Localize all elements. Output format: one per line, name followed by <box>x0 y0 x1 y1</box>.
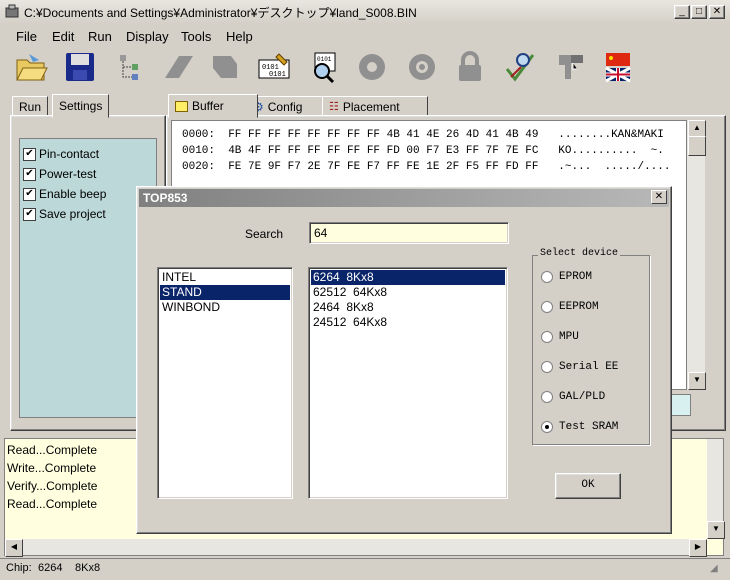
radio-test-sram[interactable]: Test SRAM <box>541 412 618 442</box>
scroll-down-icon[interactable]: ▼ <box>688 372 706 390</box>
log-hscrollbar[interactable]: ◀ ▶ <box>5 539 707 557</box>
radio-icon <box>541 391 553 403</box>
radio-eprom[interactable]: EPROM <box>541 262 618 292</box>
list-item[interactable]: 62512 64Kx8 <box>311 285 505 300</box>
radio-mpu[interactable]: MPU <box>541 322 618 352</box>
status-label: Chip: <box>6 562 32 574</box>
radio-gal-pld[interactable]: GAL/PLD <box>541 382 618 412</box>
device-list[interactable]: 6264 8Kx8 62512 64Kx8 2464 8Kx8 24512 64… <box>308 267 508 499</box>
dialog-title: TOP853 <box>143 191 188 205</box>
scroll-down-icon[interactable]: ▼ <box>707 521 725 539</box>
device-select-dialog: TOP853 ✕ Search 64 INTEL STAND WINBOND 6… <box>136 186 672 534</box>
minimize-button[interactable]: _ <box>674 5 690 19</box>
list-item[interactable]: 2464 8Kx8 <box>311 300 505 315</box>
buffer-line: 0020: FE 7E 9F F7 2E 7F FE F7 FF FE 1E 2… <box>182 161 671 173</box>
pin-contact-checkbox[interactable]: ✔ Pin-contact <box>23 144 156 164</box>
tab-buffer[interactable]: Buffer <box>168 94 258 118</box>
svg-text:0101: 0101 <box>269 71 286 79</box>
dialog-close-button[interactable]: ✕ <box>651 190 667 204</box>
language-flag-icon[interactable] <box>600 48 636 86</box>
check-icon: ✔ <box>23 167 36 181</box>
check-icon: ✔ <box>23 147 36 161</box>
search-label: Search <box>245 227 284 241</box>
radio-icon <box>541 361 553 373</box>
manufacturer-list[interactable]: INTEL STAND WINBOND <box>157 267 293 499</box>
scroll-left-icon[interactable]: ◀ <box>5 539 23 557</box>
maximize-button[interactable]: □ <box>691 5 707 19</box>
list-item[interactable]: 24512 64Kx8 <box>311 315 505 330</box>
read-chip-icon[interactable]: 0101 <box>306 48 342 86</box>
open-folder-icon[interactable] <box>14 48 50 86</box>
radio-serial-ee[interactable]: Serial EE <box>541 352 618 382</box>
title-bar: C:¥Documents and Settings¥Administrator¥… <box>0 0 730 24</box>
list-item[interactable]: INTEL <box>160 270 290 285</box>
radio-eeprom[interactable]: EEPROM <box>541 292 618 322</box>
scroll-thumb[interactable] <box>688 136 706 156</box>
app-icon <box>4 4 20 20</box>
power-test-checkbox[interactable]: ✔ Power-test <box>23 164 156 184</box>
erase-icon[interactable] <box>160 48 196 86</box>
device-type-group: Select device EPROM EEPROM MPU Serial EE… <box>532 248 650 445</box>
check-tools-icon[interactable] <box>502 48 538 86</box>
menu-file[interactable]: File <box>16 29 37 44</box>
window-title: C:¥Documents and Settings¥Administrator¥… <box>24 6 417 20</box>
blank-check-icon[interactable] <box>208 48 244 86</box>
menu-run[interactable]: Run <box>88 29 112 44</box>
search-input[interactable]: 64 <box>309 222 509 244</box>
lock-icon[interactable] <box>452 48 488 86</box>
tree-icon[interactable] <box>112 48 148 86</box>
radio-icon <box>541 301 553 313</box>
dialog-title-bar: TOP853 ✕ <box>139 189 669 207</box>
svg-text:0101: 0101 <box>317 56 332 63</box>
buffer-line: 0010: 4B 4F FF FF FF FF FF FF FD 00 F7 E… <box>182 145 664 157</box>
radio-icon <box>541 271 553 283</box>
group-label: Select device <box>538 248 621 259</box>
tab-settings[interactable]: Settings <box>52 94 110 118</box>
verify-icon[interactable] <box>354 48 390 86</box>
list-item[interactable]: WINBOND <box>160 300 290 315</box>
radio-icon <box>541 331 553 343</box>
program-chip-icon[interactable]: 0101 0101 <box>256 48 292 86</box>
placement-icon: ☷ <box>329 101 339 113</box>
menu-help[interactable]: Help <box>226 29 253 44</box>
status-size: 8Kx8 <box>75 562 101 574</box>
check-icon: ✔ <box>23 187 36 201</box>
ok-button[interactable]: OK <box>555 473 621 499</box>
menu-tools[interactable]: Tools <box>181 29 211 44</box>
menu-display[interactable]: Display <box>126 29 169 44</box>
check-icon: ✔ <box>23 207 36 221</box>
menu-edit[interactable]: Edit <box>52 29 74 44</box>
buffer-scrollbar[interactable]: ▲ ▼ <box>687 120 706 390</box>
list-item[interactable]: STAND <box>160 285 290 300</box>
close-button[interactable]: ✕ <box>709 5 725 19</box>
device-icon[interactable] <box>552 48 588 86</box>
list-item[interactable]: 6264 8Kx8 <box>311 270 505 285</box>
status-bar: Chip: 6264 8Kx8 ◢ <box>0 558 730 580</box>
status-chip: 6264 <box>38 562 63 574</box>
buffer-line: 0000: FF FF FF FF FF FF FF FF 4B 41 4E 2… <box>182 129 664 141</box>
save-disk-icon[interactable] <box>62 48 98 86</box>
radio-icon <box>541 421 553 433</box>
scroll-right-icon[interactable]: ▶ <box>689 539 707 557</box>
buffer-tab-icon <box>175 100 188 112</box>
auto-icon[interactable] <box>404 48 440 86</box>
log-vscrollbar[interactable]: ▼ <box>707 439 725 539</box>
size-grip-icon: ◢ <box>710 563 718 574</box>
